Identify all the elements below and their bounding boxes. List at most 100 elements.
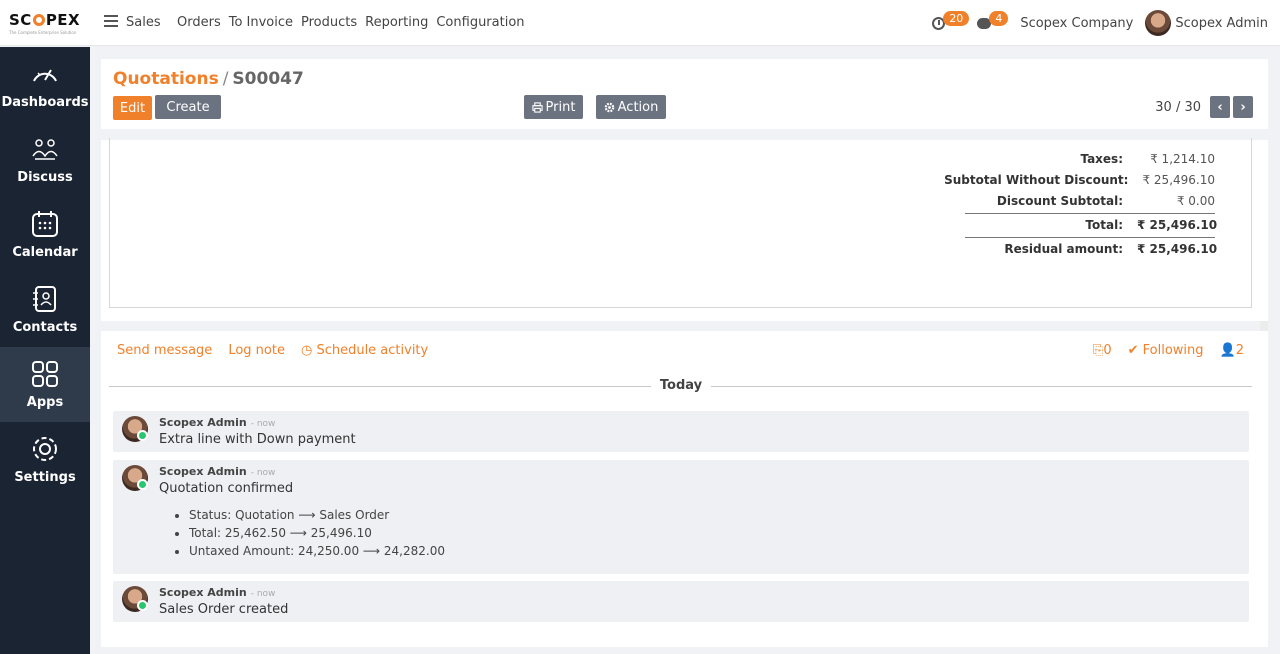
tracking-changes: Status: Quotation ⟶ Sales Order Total: 2… [189, 508, 445, 562]
taxes-value: ₹ 1,214.10 [1150, 151, 1215, 166]
residual-value: ₹ 25,496.10 [1137, 241, 1218, 256]
attachments-count: 0 [1103, 343, 1112, 358]
settings-icon [33, 437, 57, 461]
user-avatar[interactable] [1145, 10, 1172, 36]
messaging-menu[interactable]: 4 [977, 10, 1009, 31]
tracking-change: Status: Quotation ⟶ Sales Order [189, 508, 445, 526]
company-switcher[interactable]: Scopex Company [1020, 16, 1133, 31]
total-value: ₹ 25,496.10 [1137, 217, 1218, 232]
subtotal-without-discount-label: Subtotal Without Discount: [944, 172, 1129, 187]
sidebar-item-discuss[interactable]: Discuss [0, 122, 90, 197]
schedule-activity-button[interactable]: ◷ Schedule activity [301, 343, 428, 358]
followers-count: 2 [1235, 343, 1244, 358]
sidebar-item-label: Dashboards [1, 95, 89, 110]
breadcrumb-separator: / [222, 69, 229, 89]
calendar-icon [32, 211, 58, 237]
sidebar-item-label: Calendar [12, 245, 78, 260]
print-label: Print [545, 99, 576, 115]
sidebar-item-contacts[interactable]: Contacts [0, 272, 90, 347]
message-author: Scopex Admin - now [159, 465, 275, 478]
followers-button[interactable]: 👤2 [1220, 343, 1244, 358]
sidebar-item-calendar[interactable]: Calendar [0, 197, 90, 272]
pager-previous-button[interactable]: ‹ [1210, 96, 1230, 118]
online-status-icon [137, 430, 148, 441]
log-note-button[interactable]: Log note [228, 343, 285, 358]
author-name[interactable]: Scopex Admin [159, 416, 247, 429]
user-menu[interactable]: Scopex Admin [1175, 16, 1268, 31]
discuss-icon [32, 139, 58, 160]
discount-subtotal-value: ₹ 0.00 [1176, 193, 1215, 208]
control-panel: Quotations / S00047 Edit Create Print Acti… [101, 59, 1268, 129]
residual-label: Residual amount: [1004, 241, 1123, 256]
contacts-icon [33, 286, 56, 312]
subtotal-without-discount-value: ₹ 25,496.10 [1142, 172, 1215, 187]
activity-menu[interactable]: 20 [932, 10, 970, 31]
message-body: Quotation confirmed [159, 481, 294, 496]
message-time: - now [250, 468, 276, 478]
apps-icon [32, 361, 58, 387]
residual-row: Residual amount: ₹ 25,496.10 [965, 237, 1218, 259]
message-author: Scopex Admin - now [159, 586, 275, 599]
chatter-topbar-right: ⎘0 ✔ Following 👤2 [1093, 343, 1244, 358]
sidebar-item-settings[interactable]: Settings [0, 422, 90, 497]
message-body: Extra line with Down payment [159, 432, 356, 447]
pager-value[interactable]: 30 / 30 [1155, 100, 1201, 115]
schedule-activity-label: Schedule activity [316, 343, 429, 358]
message-body: Sales Order created [159, 602, 289, 617]
chevron-right-icon: › [1240, 99, 1246, 115]
taxes-label: Taxes: [1080, 151, 1123, 166]
top-navbar: SC PEX The Complete Enterprise Solution S… [0, 0, 1280, 46]
action-label: Action [617, 99, 659, 115]
author-name[interactable]: Scopex Admin [159, 586, 247, 599]
app-name[interactable]: Sales [126, 15, 161, 30]
following-button[interactable]: ✔ Following [1128, 343, 1204, 358]
activity-badge: 20 [943, 10, 970, 26]
taxes-row: Taxes: ₹ 1,214.10 [965, 148, 1215, 169]
print-button[interactable]: Print [524, 95, 583, 119]
total-row: Total: ₹ 25,496.10 [965, 213, 1218, 235]
menu-reporting[interactable]: Reporting [365, 15, 428, 30]
total-label: Total: [1085, 217, 1123, 232]
order-totals: Taxes: ₹ 1,214.10 Subtotal Without Disco… [944, 148, 1218, 259]
action-button[interactable]: Action [596, 95, 666, 119]
author-name[interactable]: Scopex Admin [159, 465, 247, 478]
chatter: Send message Log note ◷ Schedule activit… [101, 331, 1268, 647]
message-badge: 4 [989, 10, 1009, 26]
systray: 20 4 Scopex Company Scopex Admin [932, 8, 1268, 38]
tracking-change: Total: 25,462.50 ⟶ 25,496.10 [189, 526, 445, 544]
menu-configuration[interactable]: Configuration [436, 15, 524, 30]
sidebar-item-dashboards[interactable]: Dashboards [0, 47, 90, 122]
message-author: Scopex Admin - now [159, 416, 275, 429]
message-item: Scopex Admin- now Quotation confirmed St… [113, 460, 1249, 574]
sidebar-item-apps[interactable]: Apps [0, 347, 90, 422]
online-status-icon [137, 479, 148, 490]
breadcrumb-quotations[interactable]: Quotations [113, 69, 219, 89]
menu-to-invoice[interactable]: To Invoice [229, 15, 293, 30]
breadcrumb: Quotations / S00047 [113, 69, 304, 89]
chatter-actions: Send message Log note ◷ Schedule activit… [117, 343, 428, 358]
subtotal-without-discount-row: Subtotal Without Discount: ₹ 25,496.10 [944, 169, 1215, 190]
online-status-icon [137, 600, 148, 611]
following-label: Following [1142, 343, 1204, 358]
discount-subtotal-label: Discount Subtotal: [996, 193, 1123, 208]
message-item: Scopex Admin - now Extra line with Down p… [113, 411, 1249, 452]
company-logo[interactable]: SC PEX The Complete Enterprise Solution [9, 11, 87, 35]
edit-button[interactable]: Edit [113, 96, 152, 120]
clock-icon: ◷ [300, 343, 317, 358]
attachments-button[interactable]: ⎘0 [1093, 343, 1112, 358]
pager-next-button[interactable]: › [1233, 96, 1253, 118]
message-time: - now [250, 589, 276, 599]
form-sheet: Taxes: ₹ 1,214.10 Subtotal Without Disco… [101, 138, 1268, 321]
sidebar-item-label: Discuss [17, 170, 73, 185]
send-message-button[interactable]: Send message [117, 343, 212, 358]
menu-orders[interactable]: Orders [177, 15, 221, 30]
paperclip-icon: ⎘ [1092, 343, 1104, 358]
menu-toggle-icon[interactable] [104, 15, 118, 29]
sidebar-item-label: Settings [14, 470, 76, 485]
top-menu: Orders To Invoice Products Reporting Con… [177, 15, 525, 30]
chevron-left-icon: ‹ [1217, 99, 1223, 115]
print-icon [531, 101, 543, 113]
menu-products[interactable]: Products [301, 15, 357, 30]
create-button[interactable]: Create [155, 95, 221, 119]
message-item: Scopex Admin - now Sales Order created [113, 581, 1249, 622]
